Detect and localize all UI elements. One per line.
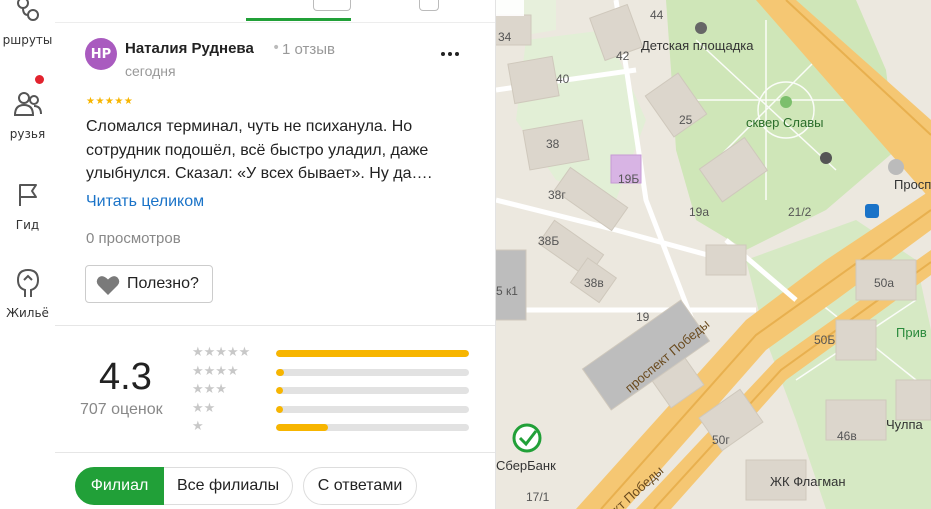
- nav-item-guide[interactable]: Гид: [0, 180, 55, 240]
- map-label[interactable]: ЖК Флагман: [770, 474, 846, 489]
- distribution-bar-4: [276, 369, 469, 376]
- map-house-number: 50Б: [814, 333, 836, 347]
- nav-item-routes[interactable]: ршруты: [0, 0, 55, 62]
- review-stars: ★★★★★: [86, 96, 134, 107]
- distribution-stars-5: ★★★★★: [192, 345, 251, 360]
- map-house-number: 44: [650, 8, 664, 22]
- useful-label: Полезно?: [127, 275, 199, 292]
- distribution-stars-1: ★: [192, 419, 204, 434]
- flag-icon: [18, 184, 37, 206]
- map-label[interactable]: Детская площадка: [641, 38, 753, 53]
- distribution-bar-fill: [276, 406, 283, 413]
- more-dots-icon: [441, 52, 445, 56]
- map-label[interactable]: СберБанк: [496, 458, 556, 473]
- map-house-number: 38г: [548, 188, 566, 202]
- distribution-stars-3: ★★★: [192, 382, 227, 397]
- map-house-number: 38Б: [538, 234, 560, 248]
- map-house-number: 40: [556, 72, 570, 86]
- useful-button[interactable]: Полезно?: [85, 265, 213, 303]
- map-view[interactable]: Детская площадка сквер Славы Просп просп…: [496, 0, 931, 509]
- map-house-number: 38в: [584, 276, 604, 290]
- house-icon: [16, 269, 39, 297]
- review-date: сегодня: [125, 63, 176, 79]
- filter-all-branches[interactable]: Все филиалы: [164, 467, 293, 505]
- distribution-bar-2: [276, 406, 469, 413]
- map-label[interactable]: Прив: [896, 325, 927, 340]
- distribution-bar-1: [276, 424, 469, 431]
- map-house-number: 19Б: [618, 172, 640, 186]
- nav-label-routes: ршруты: [2, 33, 53, 47]
- map-house-number: 19а: [689, 205, 710, 219]
- nav-label-friends: рузья: [9, 127, 46, 141]
- review-text: Сломался терминал, чуть не психанула. Но…: [86, 115, 466, 186]
- nav-label-guide: Гид: [15, 218, 40, 232]
- avatar[interactable]: НР: [85, 38, 117, 70]
- distribution-bar-fill: [276, 350, 469, 357]
- map-house-number: 19: [636, 310, 650, 324]
- nav-item-housing[interactable]: Жильё: [0, 266, 55, 326]
- map-label[interactable]: сквер Славы: [746, 115, 823, 130]
- friends-icon: [13, 92, 42, 116]
- review-text-line: Сломался терминал, чуть не психанула. Но: [86, 118, 413, 135]
- read-more-link[interactable]: Читать целиком: [86, 193, 204, 211]
- divider: [55, 452, 495, 453]
- map-house-number: 46в: [837, 429, 857, 443]
- distribution-bar-5: [276, 350, 469, 357]
- map-house-number: 38: [546, 137, 560, 151]
- more-options-button[interactable]: [438, 43, 462, 63]
- map-house-number: 34: [498, 30, 512, 44]
- map-house-number: 42: [616, 49, 630, 63]
- tab-chip[interactable]: [313, 0, 351, 11]
- nav-item-friends[interactable]: рузья: [0, 75, 55, 146]
- dot-separator: •: [272, 40, 281, 56]
- rating-value: 4.3: [99, 356, 152, 398]
- review-text-line: улыбнулся. Сказал: «У всех бывает». Ну д…: [86, 165, 432, 182]
- filter-with-answers[interactable]: С ответами: [303, 467, 417, 505]
- routes-icon: [16, 0, 39, 21]
- map-house-number: 21/2: [788, 205, 812, 219]
- map-house-number: 5 к1: [496, 284, 518, 298]
- map-label: Просп: [894, 177, 931, 192]
- reviews-panel: НР Наталия Руднева • 1 отзыв сегодня ★★★…: [55, 0, 496, 509]
- nav-rail: ршруты рузья Гид Жильё: [0, 0, 56, 509]
- notification-dot: [35, 75, 44, 84]
- active-tab-indicator: [246, 18, 351, 21]
- map-house-number: 25: [679, 113, 693, 127]
- map-label[interactable]: Чулпа: [886, 417, 923, 432]
- distribution-bar-fill: [276, 387, 283, 394]
- distribution-stars-4: ★★★★: [192, 364, 239, 379]
- nav-label-housing: Жильё: [6, 306, 49, 320]
- distribution-bar-fill: [276, 424, 328, 431]
- tab-chip-small[interactable]: [419, 0, 439, 11]
- review-text-line: сотрудник подошёл, всё быстро уладил, да…: [86, 141, 429, 159]
- views-count: 0 просмотров: [86, 230, 181, 247]
- map-house-number: 50а: [874, 276, 895, 290]
- map-house-number: 50г: [712, 433, 730, 447]
- filter-branch[interactable]: Филиал: [75, 467, 164, 505]
- heart-icon: [96, 276, 120, 295]
- distribution-bar-3: [276, 387, 469, 394]
- distribution-bar-fill: [276, 369, 284, 376]
- divider: [55, 325, 495, 326]
- rating-count: 707 оценок: [80, 401, 163, 418]
- author-name[interactable]: Наталия Руднева: [125, 40, 254, 57]
- map-house-number: 17/1: [526, 490, 550, 504]
- author-reviews-count: 1 отзыв: [282, 41, 336, 58]
- panel-tabs: [55, 0, 495, 23]
- distribution-stars-2: ★★: [192, 401, 216, 416]
